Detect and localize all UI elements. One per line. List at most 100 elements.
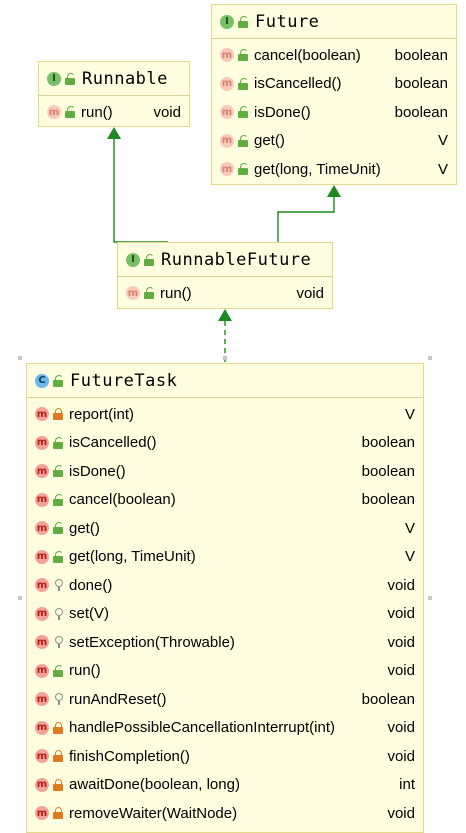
member-row[interactable]: m run() void bbox=[39, 98, 189, 127]
futuretask-class-box[interactable]: C FutureTask m report(int) Vm isCancelled()… bbox=[26, 363, 424, 833]
member-name: report(int) bbox=[69, 405, 135, 423]
member-return-type: void bbox=[387, 804, 415, 822]
method-icon: m bbox=[35, 806, 49, 821]
member-row[interactable]: m handlePossibleCancellationInterrupt(int… bbox=[27, 714, 423, 743]
interface-icon: I bbox=[220, 14, 234, 29]
public-lock-icon bbox=[238, 77, 249, 90]
member-row[interactable]: m cancel(boolean) boolean bbox=[212, 41, 456, 70]
selection-handle[interactable] bbox=[428, 596, 432, 600]
member-row[interactable]: m runAndReset() boolean bbox=[27, 685, 423, 714]
member-row[interactable]: m run() void bbox=[27, 657, 423, 686]
member-row[interactable]: m awaitDone(boolean, long) int bbox=[27, 771, 423, 800]
member-return-type: boolean bbox=[394, 75, 448, 93]
member-name: isCancelled() bbox=[69, 434, 157, 452]
member-name: cancel(boolean) bbox=[254, 46, 361, 64]
member-name: get(long, TimeUnit) bbox=[69, 548, 196, 566]
member-return-type: V bbox=[437, 132, 448, 150]
member-return-type: V bbox=[404, 405, 415, 423]
public-lock-icon bbox=[238, 106, 249, 119]
member-return-type: void bbox=[387, 719, 415, 737]
private-lock-icon bbox=[53, 721, 64, 734]
public-lock-icon bbox=[53, 465, 64, 478]
member-row[interactable]: m report(int) V bbox=[27, 400, 423, 429]
member-row[interactable]: m removeWaiter(WaitNode) void bbox=[27, 799, 423, 828]
member-list: m run() void bbox=[39, 96, 189, 127]
method-icon: m bbox=[35, 749, 49, 764]
class-title: RunnableFuture bbox=[161, 249, 312, 270]
protected-key-icon bbox=[53, 607, 64, 620]
public-lock-icon bbox=[53, 522, 64, 535]
member-return-type: boolean bbox=[361, 462, 415, 480]
protected-key-icon bbox=[53, 636, 64, 649]
member-return-type: boolean bbox=[361, 491, 415, 509]
private-lock-icon bbox=[53, 408, 64, 421]
member-return-type: V bbox=[404, 519, 415, 537]
future-interface-box[interactable]: I Future m cancel(boolean) boolean m isCance… bbox=[211, 4, 457, 185]
method-icon: m bbox=[35, 777, 49, 792]
public-lock-icon bbox=[144, 287, 155, 300]
member-name: handlePossibleCancellationInterrupt(int) bbox=[69, 719, 335, 737]
selection-handle[interactable] bbox=[18, 596, 22, 600]
protected-key-icon bbox=[53, 693, 64, 706]
member-row[interactable]: m get(long, TimeUnit) V bbox=[212, 155, 456, 184]
member-row[interactable]: m get() V bbox=[212, 127, 456, 156]
private-lock-icon bbox=[53, 807, 64, 820]
private-lock-icon bbox=[53, 778, 64, 791]
method-icon: m bbox=[35, 692, 49, 707]
member-name: set(V) bbox=[69, 605, 110, 623]
member-return-type: V bbox=[437, 160, 448, 178]
class-header: I Future bbox=[212, 5, 456, 39]
member-return-type: void bbox=[387, 633, 415, 651]
interface-icon: I bbox=[47, 71, 61, 86]
member-return-type: void bbox=[387, 605, 415, 623]
runnablefuture-interface-box[interactable]: I RunnableFuture m run() void bbox=[117, 242, 333, 309]
member-return-type: V bbox=[404, 548, 415, 566]
method-icon: m bbox=[35, 635, 49, 650]
extends-future-arrowhead bbox=[327, 185, 341, 197]
runnable-interface-box[interactable]: I Runnable m run() void bbox=[38, 61, 190, 127]
member-name: finishCompletion() bbox=[69, 747, 190, 765]
member-row[interactable]: m get(long, TimeUnit) V bbox=[27, 543, 423, 572]
selection-handle[interactable] bbox=[18, 356, 22, 360]
member-row[interactable]: m setException(Throwable) void bbox=[27, 628, 423, 657]
method-icon: m bbox=[35, 720, 49, 735]
member-name: awaitDone(boolean, long) bbox=[69, 776, 240, 794]
member-row[interactable]: m cancel(boolean) boolean bbox=[27, 486, 423, 515]
member-row[interactable]: m run() void bbox=[118, 279, 332, 308]
method-icon: m bbox=[35, 521, 49, 536]
protected-key-icon bbox=[53, 579, 64, 592]
member-name: done() bbox=[69, 576, 113, 594]
member-list: m cancel(boolean) boolean m isCancelled() boo… bbox=[212, 39, 456, 184]
selection-handle[interactable] bbox=[428, 356, 432, 360]
member-return-type: void bbox=[296, 284, 324, 302]
member-row[interactable]: m get() V bbox=[27, 514, 423, 543]
method-icon: m bbox=[220, 162, 234, 177]
public-lock-icon bbox=[238, 15, 249, 28]
class-title: Future bbox=[255, 11, 320, 32]
member-row[interactable]: m isCancelled() boolean bbox=[27, 429, 423, 458]
member-row[interactable]: m done() void bbox=[27, 571, 423, 600]
member-row[interactable]: m isDone() boolean bbox=[212, 98, 456, 127]
public-lock-icon bbox=[238, 49, 249, 62]
member-name: run() bbox=[81, 103, 113, 121]
extends-runnable-arrowhead bbox=[107, 127, 121, 139]
public-lock-icon bbox=[238, 163, 249, 176]
member-name: get() bbox=[254, 132, 285, 150]
public-lock-icon bbox=[53, 664, 64, 677]
class-title: FutureTask bbox=[70, 370, 178, 391]
member-row[interactable]: m isDone() boolean bbox=[27, 457, 423, 486]
public-lock-icon bbox=[65, 72, 76, 85]
member-name: removeWaiter(WaitNode) bbox=[69, 804, 238, 822]
method-icon: m bbox=[220, 133, 234, 148]
class-header: I Runnable bbox=[39, 62, 189, 96]
member-return-type: boolean bbox=[361, 690, 415, 708]
member-name: run() bbox=[69, 662, 101, 680]
selection-handle[interactable] bbox=[223, 356, 227, 360]
public-lock-icon bbox=[53, 550, 64, 563]
class-title: Runnable bbox=[82, 68, 168, 89]
member-name: isDone() bbox=[69, 462, 126, 480]
member-row[interactable]: m finishCompletion() void bbox=[27, 742, 423, 771]
member-row[interactable]: m set(V) void bbox=[27, 600, 423, 629]
member-return-type: boolean bbox=[361, 434, 415, 452]
member-row[interactable]: m isCancelled() boolean bbox=[212, 70, 456, 99]
